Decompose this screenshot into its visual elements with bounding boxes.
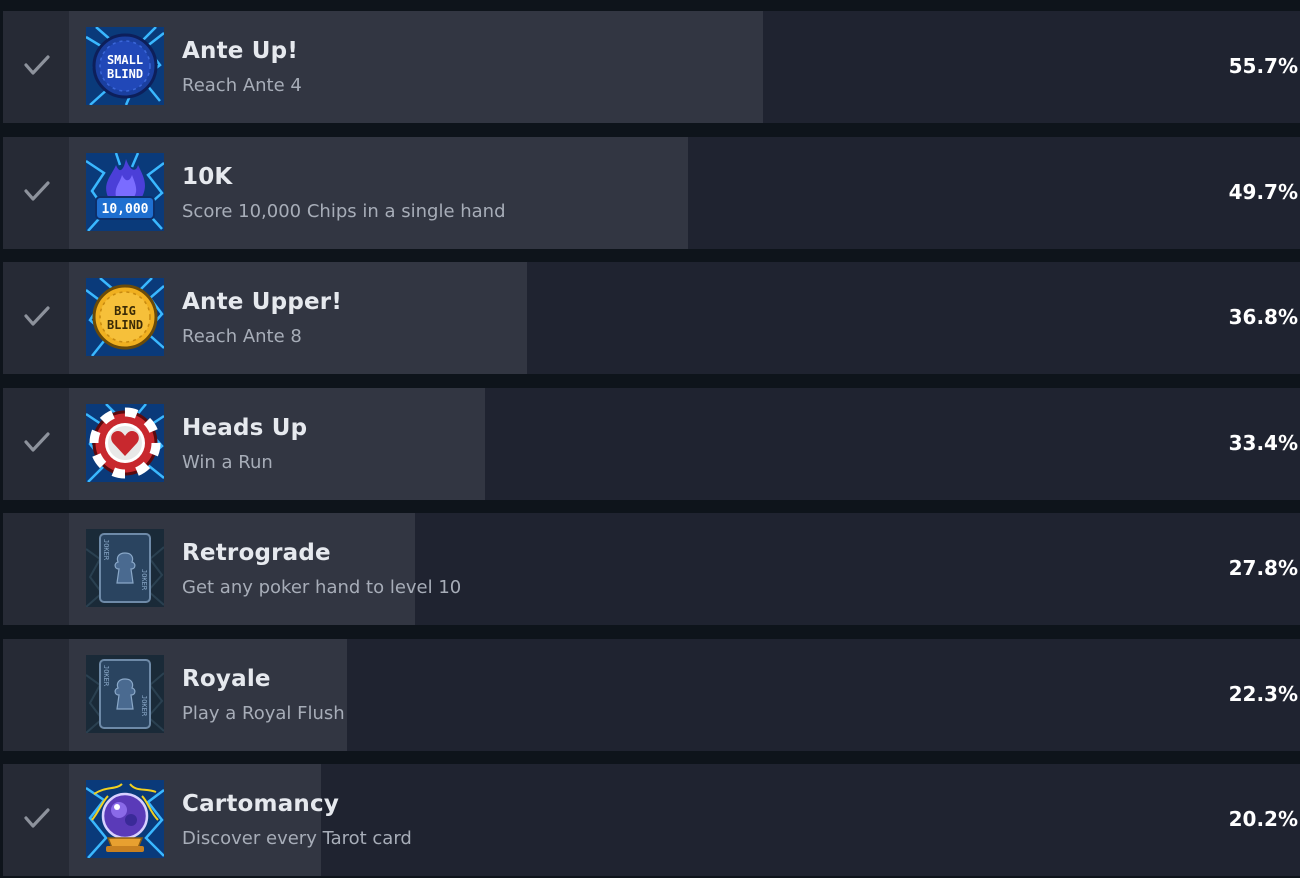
achievement-title: Retrograde	[182, 540, 331, 566]
global-unlock-percent: 55.7%	[1228, 54, 1298, 78]
achievement-row[interactable]: BIG BLIND Ante Upper! Reach Ante 8 36.8%	[3, 262, 1300, 374]
svg-text:BIG: BIG	[114, 304, 136, 318]
joker-card-icon: JOKER JOKER	[86, 529, 164, 607]
achievement-row[interactable]: JOKER JOKER Retrograde Get any poker han…	[3, 513, 1300, 625]
achievement-title: 10K	[182, 164, 233, 190]
achievement-description: Play a Royal Flush	[182, 703, 345, 724]
10000-chips-icon: 10,000	[86, 153, 164, 231]
achievement-row[interactable]: Heads Up Win a Run 33.4%	[3, 388, 1300, 500]
checkmark-icon	[24, 306, 50, 326]
achievement-list: SMALL BLIND Ante Up! Reach Ante 4 55.7% …	[0, 0, 1300, 878]
achievement-description: Win a Run	[182, 452, 273, 473]
global-unlock-percent: 33.4%	[1228, 431, 1298, 455]
global-unlock-percent: 49.7%	[1228, 180, 1298, 204]
achievement-description: Get any poker hand to level 10	[182, 577, 462, 598]
achievement-title: Royale	[182, 666, 271, 692]
checkmark-icon	[24, 808, 50, 828]
unlock-status	[3, 388, 69, 500]
big-blind-icon: BIG BLIND	[86, 278, 164, 356]
achievement-description: Reach Ante 4	[182, 75, 302, 96]
achievement-title: Heads Up	[182, 415, 308, 441]
unlock-status	[3, 137, 69, 249]
unlock-status	[3, 11, 69, 123]
crystal-ball-icon	[86, 780, 164, 858]
checkmark-icon	[24, 432, 50, 452]
achievement-description: Score 10,000 Chips in a single hand	[182, 201, 506, 222]
unlock-status	[3, 639, 69, 751]
achievement-row[interactable]: 10,000 10K Score 10,000 Chips in a singl…	[3, 137, 1300, 249]
achievement-title: Ante Upper!	[182, 289, 343, 315]
global-unlock-percent: 22.3%	[1228, 682, 1298, 706]
achievement-title: Ante Up!	[182, 38, 299, 64]
svg-text:10,000: 10,000	[102, 202, 149, 217]
checkmark-icon	[24, 55, 50, 75]
achievement-description: Discover every Tarot card	[182, 828, 412, 849]
achievement-title: Cartomancy	[182, 791, 340, 817]
svg-text:JOKER: JOKER	[102, 665, 110, 687]
achievement-row[interactable]: Cartomancy Discover every Tarot card 20.…	[3, 764, 1300, 876]
svg-text:JOKER: JOKER	[140, 569, 148, 591]
global-unlock-percent: 20.2%	[1228, 807, 1298, 831]
joker-card-icon: JOKER JOKER	[86, 655, 164, 733]
achievement-description: Reach Ante 8	[182, 326, 302, 347]
svg-text:SMALL: SMALL	[107, 53, 143, 67]
achievement-row[interactable]: JOKER JOKER Royale Play a Royal Flush 22…	[3, 639, 1300, 751]
global-unlock-percent: 27.8%	[1228, 556, 1298, 580]
small-blind-icon: SMALL BLIND	[86, 27, 164, 105]
global-unlock-percent: 36.8%	[1228, 305, 1298, 329]
checkmark-icon	[24, 181, 50, 201]
heart-chip-icon	[86, 404, 164, 482]
svg-text:JOKER: JOKER	[102, 539, 110, 561]
unlock-status	[3, 764, 69, 876]
svg-text:BLIND: BLIND	[107, 318, 143, 332]
unlock-status	[3, 513, 69, 625]
global-unlock-progress-fill	[69, 11, 763, 123]
unlock-status	[3, 262, 69, 374]
achievement-row[interactable]: SMALL BLIND Ante Up! Reach Ante 4 55.7%	[3, 11, 1300, 123]
svg-text:BLIND: BLIND	[107, 67, 143, 81]
svg-text:JOKER: JOKER	[140, 695, 148, 717]
